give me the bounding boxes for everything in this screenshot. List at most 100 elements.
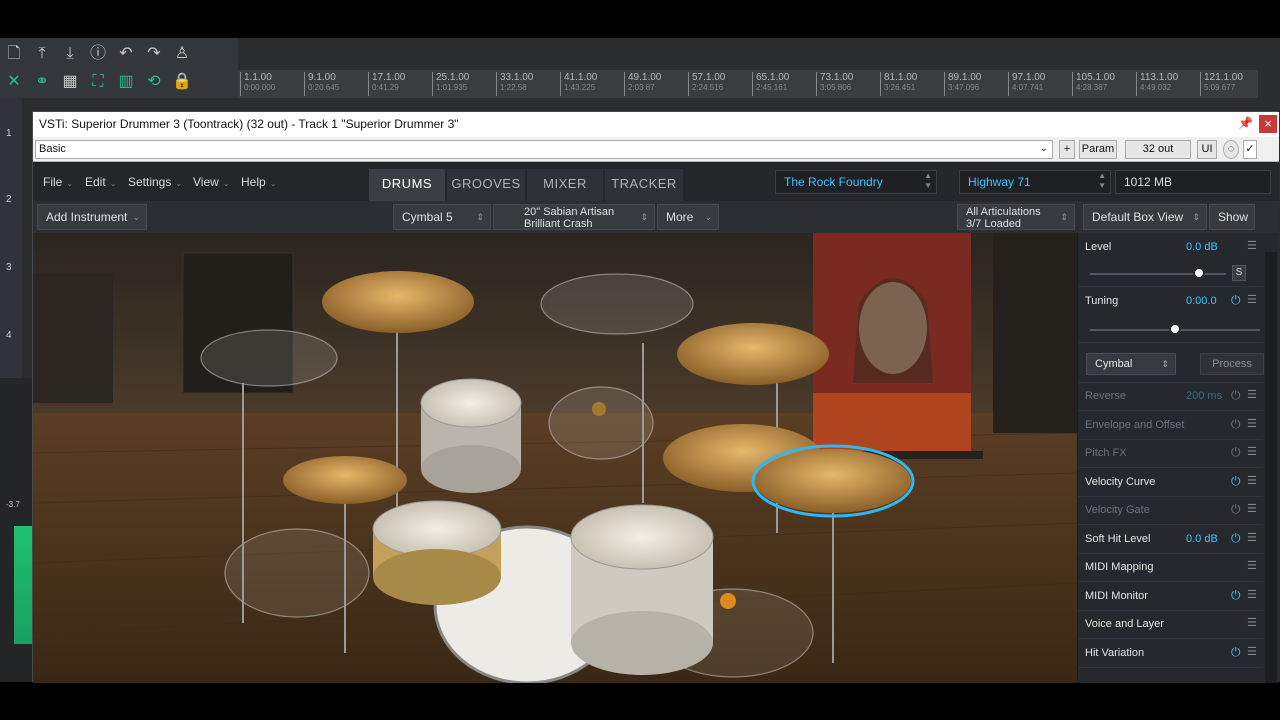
power-icon[interactable]: ⏻ [1231,474,1241,489]
tuning-value[interactable]: 0:00.0 [1186,295,1217,307]
level-slider-track[interactable] [1090,273,1226,275]
panel-row-velocity-gate[interactable]: Velocity Gate ⏻ ☰ [1078,497,1263,525]
cymbal [677,323,829,385]
enable-checkbox[interactable]: ✓ [1243,140,1257,159]
tuning-slider-knob[interactable] [1169,323,1181,335]
preset-select[interactable]: Basic ⌄ [35,140,1053,159]
kit-select[interactable]: Highway 71 ▲ ▼ [959,170,1111,194]
power-icon[interactable]: ⏻ [1231,502,1241,517]
power-icon[interactable]: ⏻ [1231,293,1241,308]
row-label: MIDI Monitor [1085,589,1148,602]
panel-row-midi-monitor[interactable]: MIDI Monitor ⏻ ☰ [1078,583,1263,611]
power-icon[interactable]: ⏻ [1231,588,1241,603]
menu-icon[interactable]: ☰ [1247,616,1257,629]
grid-lines-icon[interactable]: ▥ [116,72,136,92]
menu-icon[interactable]: ☰ [1247,588,1257,601]
level-value[interactable]: 0.0 dB [1186,241,1218,253]
loop-icon[interactable]: ⟲ [144,72,164,92]
menu-edit[interactable]: Edit ⌄ [85,175,116,189]
menu-icon[interactable]: ☰ [1247,474,1257,487]
power-icon[interactable]: ⏻ [1231,417,1241,432]
grid-icon[interactable]: ▦ [60,72,80,92]
panel-row-pitch-fx[interactable]: Pitch FX ⏻ ☰ [1078,440,1263,468]
drum-kit-stage[interactable] [33,233,1077,683]
rack-tom [420,378,522,493]
menu-icon[interactable]: ☰ [1247,239,1257,252]
ripple-edit-icon[interactable]: ✕ [4,72,24,92]
menu-icon[interactable]: ☰ [1247,531,1257,544]
level-slider-knob[interactable] [1192,267,1205,279]
row-label: Hit Variation [1085,646,1145,659]
panel-row-reverse[interactable]: Reverse 200 ms ⏻ ☰ [1078,383,1263,411]
tab-drums[interactable]: DRUMS [369,169,445,201]
timeline-ruler[interactable]: 1.1.00 0:00.000 9.1.00 0:20.645 17.1.00 0:41.… [238,70,1258,98]
menu-icon[interactable]: ☰ [1247,388,1257,401]
ruler-tick: 105.1.00 4:28.387 [1072,72,1115,96]
menu-icon[interactable]: ☰ [1247,445,1257,458]
lock-icon[interactable]: 🔒 [172,72,192,92]
menu-icon[interactable]: ☰ [1247,502,1257,515]
outputs-button[interactable]: 32 out [1125,140,1191,159]
wall-panel [33,273,113,403]
box-view-select[interactable]: Default Box View ⇕ [1083,204,1207,230]
open-icon[interactable]: ⤒ [32,44,52,64]
metronome-icon[interactable]: ♙ [172,44,192,64]
process-button[interactable]: Process [1200,353,1264,375]
save-icon[interactable]: ⤓ [60,44,80,64]
tab-grooves[interactable]: GROOVES [447,169,525,201]
panel-row-velocity-curve[interactable]: Velocity Curve ⏻ ☰ [1078,469,1263,497]
info-icon[interactable]: ⓘ [88,44,108,64]
power-icon[interactable]: ⏻ [1231,388,1241,403]
panel-row-soft-hit-level[interactable]: Soft Hit Level 0.0 dB ⏻ ☰ [1078,526,1263,554]
show-button[interactable]: Show [1209,204,1255,230]
menu-settings[interactable]: Settings ⌄ [128,175,182,189]
track-number: 2 [6,194,12,205]
pin-icon[interactable]: 📌 [1238,116,1253,130]
more-button[interactable]: More ⌄ [657,204,719,230]
drum-kit-illustration [33,233,1077,683]
power-icon[interactable]: ⏻ [1231,445,1241,460]
param-button[interactable]: Param [1079,140,1117,159]
new-file-icon[interactable]: 🗋 [4,44,24,64]
add-instrument-button[interactable]: Add Instrument ⌄ [37,204,147,230]
row-value[interactable]: 0.0 dB [1186,533,1218,545]
tab-tracker[interactable]: TRACKER [605,169,683,201]
model-select[interactable]: 20" Sabian Artisan Brilliant Crash ⇕ [493,204,655,230]
redo-icon[interactable]: ↷ [144,44,164,64]
articulations-select[interactable]: All Articulations 3/7 Loaded ⇕ [957,204,1075,230]
track-list: 1 2 3 4 [0,98,22,378]
menu-icon[interactable]: ☰ [1247,293,1257,306]
snap-icon[interactable]: ⛶ [88,72,108,92]
cymbal-type-select[interactable]: Cymbal ⇕ [1086,353,1176,375]
ui-button[interactable]: UI [1197,140,1217,159]
close-button[interactable]: × [1259,115,1277,133]
level-meter [14,526,32,644]
row-value[interactable]: 200 ms [1186,390,1222,402]
bypass-icon[interactable]: ◌ [1223,140,1239,159]
power-icon[interactable]: ⏻ [1231,645,1241,660]
add-preset-button[interactable]: + [1059,140,1075,159]
tab-mixer[interactable]: MIXER [527,169,603,201]
preset-bar: Basic ⌄ + Param 32 out UI ◌ ✓ [33,137,1279,162]
menu-icon[interactable]: ☰ [1247,417,1257,430]
menu-help[interactable]: Help ⌄ [241,175,276,189]
library-select[interactable]: The Rock Foundry ▲ ▼ [775,170,937,194]
ruler-tick: 25.1.00 1:01.935 [432,72,469,96]
panel-row-envelope-and-offset[interactable]: Envelope and Offset ⏻ ☰ [1078,412,1263,440]
menu-file[interactable]: File ⌄ [43,175,73,189]
panel-row-voice-and-layer[interactable]: Voice and Layer ☰ [1078,611,1263,639]
menu-view[interactable]: View ⌄ [193,175,230,189]
instrument-select[interactable]: Cymbal 5 ⇕ [393,204,491,230]
undo-icon[interactable]: ↶ [116,44,136,64]
menu-icon[interactable]: ☰ [1247,559,1257,572]
scrollbar[interactable] [1265,252,1277,683]
link-icon[interactable]: ⚭ [32,72,52,92]
cymbal [283,456,407,504]
solo-button[interactable]: S [1232,265,1246,281]
window-titlebar[interactable]: VSTi: Superior Drummer 3 (Toontrack) (32… [33,112,1279,137]
panel-row-hit-variation[interactable]: Hit Variation ⏻ ☰ [1078,640,1263,668]
piece-marker [720,593,736,609]
power-icon[interactable]: ⏻ [1231,531,1241,546]
menu-icon[interactable]: ☰ [1247,645,1257,658]
panel-row-midi-mapping[interactable]: MIDI Mapping ☰ [1078,554,1263,582]
